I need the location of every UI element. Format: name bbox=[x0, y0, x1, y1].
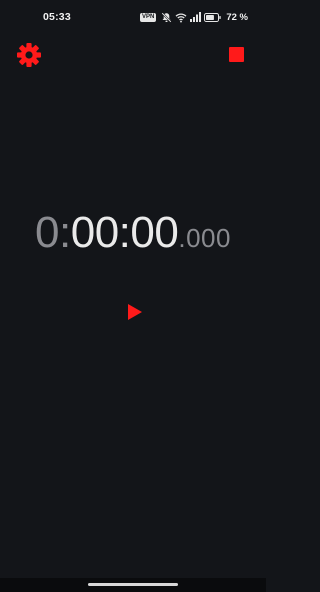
play-button[interactable] bbox=[127, 303, 143, 321]
battery-percent: 72 % bbox=[226, 11, 248, 23]
vpn-icon: VPN bbox=[140, 12, 157, 22]
play-icon bbox=[128, 304, 142, 320]
status-time: 05:33 bbox=[43, 11, 71, 23]
signal-icon bbox=[190, 12, 202, 22]
timer-hours: 0: bbox=[35, 208, 71, 257]
status-bar: 05:33 VPN 72 % bbox=[0, 0, 266, 34]
mute-icon bbox=[161, 11, 172, 23]
stop-button[interactable] bbox=[229, 47, 244, 62]
stopwatch-display: 0:00:00.000 bbox=[0, 208, 266, 258]
timer-main: 0:00:00 bbox=[35, 208, 179, 257]
battery-icon bbox=[204, 12, 222, 22]
gear-icon bbox=[17, 43, 41, 67]
settings-button[interactable] bbox=[16, 42, 42, 68]
timer-minutes-seconds: 00:00 bbox=[70, 208, 179, 257]
navigation-bar bbox=[0, 578, 266, 592]
wifi-icon bbox=[175, 12, 187, 22]
home-gesture-handle[interactable] bbox=[88, 583, 178, 586]
status-icons: VPN 72 % bbox=[140, 11, 248, 23]
timer-milliseconds: .000 bbox=[178, 223, 231, 253]
